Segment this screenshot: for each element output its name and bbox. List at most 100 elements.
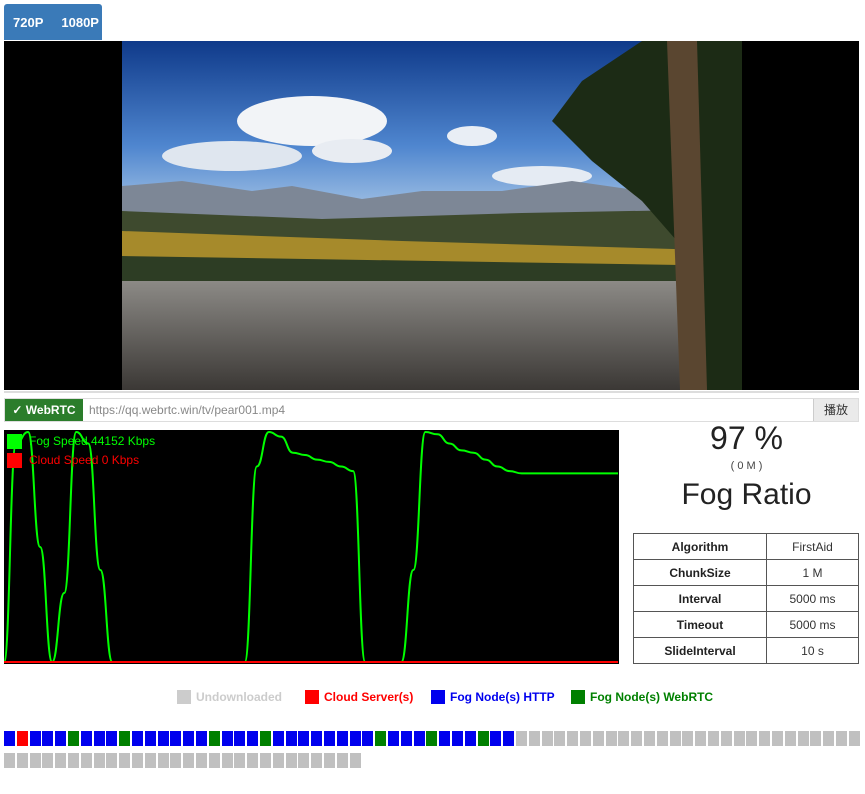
chunk-cell [605,731,617,746]
chunk-cell [132,731,143,746]
speed-chart: Fog Speed 44152 Kbps Cloud Speed 0 Kbps [4,430,619,664]
chunk-cell [810,731,822,746]
chunk-cell [42,753,54,768]
legend-fog-webrtc: Fog Node(s) WebRTC [571,690,713,704]
chunk-cell [324,753,335,768]
legend-label: Fog Node(s) HTTP [450,690,555,704]
chunk-cell [413,731,425,746]
chunk-cell [644,731,655,746]
url-input[interactable] [89,399,809,421]
chunk-cell [132,753,143,768]
chunk-cell [580,731,591,746]
stat-key: Algorithm [633,533,767,560]
chunk-cell [452,731,463,746]
chunk-cell [272,753,284,768]
chunk-cell [311,753,323,768]
chunk-cell [157,753,169,768]
chunk-cell [157,731,169,746]
stat-value: 5000 ms [766,611,859,638]
chunk-cell [119,753,131,768]
cloud-speed-swatch [7,452,22,468]
chunk-cell [272,731,284,746]
chunk-cell [823,731,835,746]
chunk-cell [439,731,451,746]
url-bar: ✓ WebRTC 播放 [4,398,859,422]
play-button[interactable]: 播放 [813,399,858,421]
stats-row: Algorithm FirstAid [633,533,859,560]
stats-table: Algorithm FirstAid ChunkSize 1 M Interval 5… [633,533,859,664]
chunk-cell [464,731,476,746]
chunk-cell [375,731,387,746]
chunk-cell [260,731,271,746]
chunk-cell [29,731,41,746]
stat-value: 10 s [766,637,859,664]
fog-ratio-size: ( 0 M ) [730,460,763,472]
cloud-speed-legend: Cloud Speed 0 Kbps [7,452,139,468]
chunk-cell [746,731,758,746]
chunk-cell [567,731,579,746]
chunk-cell [16,731,28,746]
chunk-cell [221,753,233,768]
video-player[interactable] [4,41,859,390]
chunk-cell [490,731,502,746]
chunk-cell [682,731,694,746]
legend-swatch [431,690,445,704]
fog-speed-legend: Fog Speed 44152 Kbps [7,433,155,449]
chunk-cell [221,731,233,746]
stats-row: ChunkSize 1 M [633,559,859,586]
chunk-cell [183,753,195,768]
chunk-cell [477,731,489,746]
chunk-cell [4,753,15,768]
chunk-cell [759,731,771,746]
chunk-cell [772,731,783,746]
chunk-cell [656,731,668,746]
chunk-cell [669,731,681,746]
chunk-cell [106,753,118,768]
legend-swatch [177,690,191,704]
chunk-cell [554,731,566,746]
webrtc-toggle-button[interactable]: ✓ WebRTC [5,399,83,421]
chunk-cell [400,731,412,746]
chunk-cell [336,731,348,746]
chunk-cell [720,731,732,746]
chunk-cell [144,731,156,746]
chunk-cell [208,731,220,746]
chunk-cell [388,731,399,746]
chunk-cell [55,753,67,768]
fog-ratio-label: Fog Ratio [681,478,812,511]
chunk-cell [208,753,220,768]
chunk-cell [592,731,604,746]
legend-label: Fog Node(s) WebRTC [590,690,714,704]
chunk-cell [708,731,719,746]
legend-swatch [305,690,319,704]
stat-key: SlideInterval [633,637,767,664]
chunk-cell [42,731,54,746]
chunk-cell [324,731,335,746]
chunk-cell [528,731,540,746]
chunk-cell [119,731,131,746]
chunk-cell [362,731,374,746]
stats-row: Timeout 5000 ms [633,611,859,638]
chunk-cell [285,753,297,768]
resolution-tabs: 720P 1080P [4,4,102,40]
stat-key: Interval [633,585,767,612]
chunk-cell [260,753,271,768]
chunk-cell [695,731,707,746]
chunk-cell [285,731,297,746]
stat-value: FirstAid [766,533,859,560]
fog-ratio-percent: 97 % [710,420,783,456]
chunk-cell [80,753,92,768]
chunk-cell [836,731,847,746]
chunk-cell [311,731,323,746]
fog-speed-swatch [7,433,22,449]
tab-1080p[interactable]: 1080P [43,15,99,30]
chunk-cell [349,731,361,746]
chunk-cell [247,753,259,768]
legend-label: Cloud Server(s) [324,690,414,704]
chunk-cell [93,753,105,768]
video-frame-landscape [122,41,742,390]
chunk-cell [234,731,246,746]
chunk-cell [541,731,553,746]
tab-720p[interactable]: 720P [4,15,43,30]
chunk-cell [93,731,105,746]
